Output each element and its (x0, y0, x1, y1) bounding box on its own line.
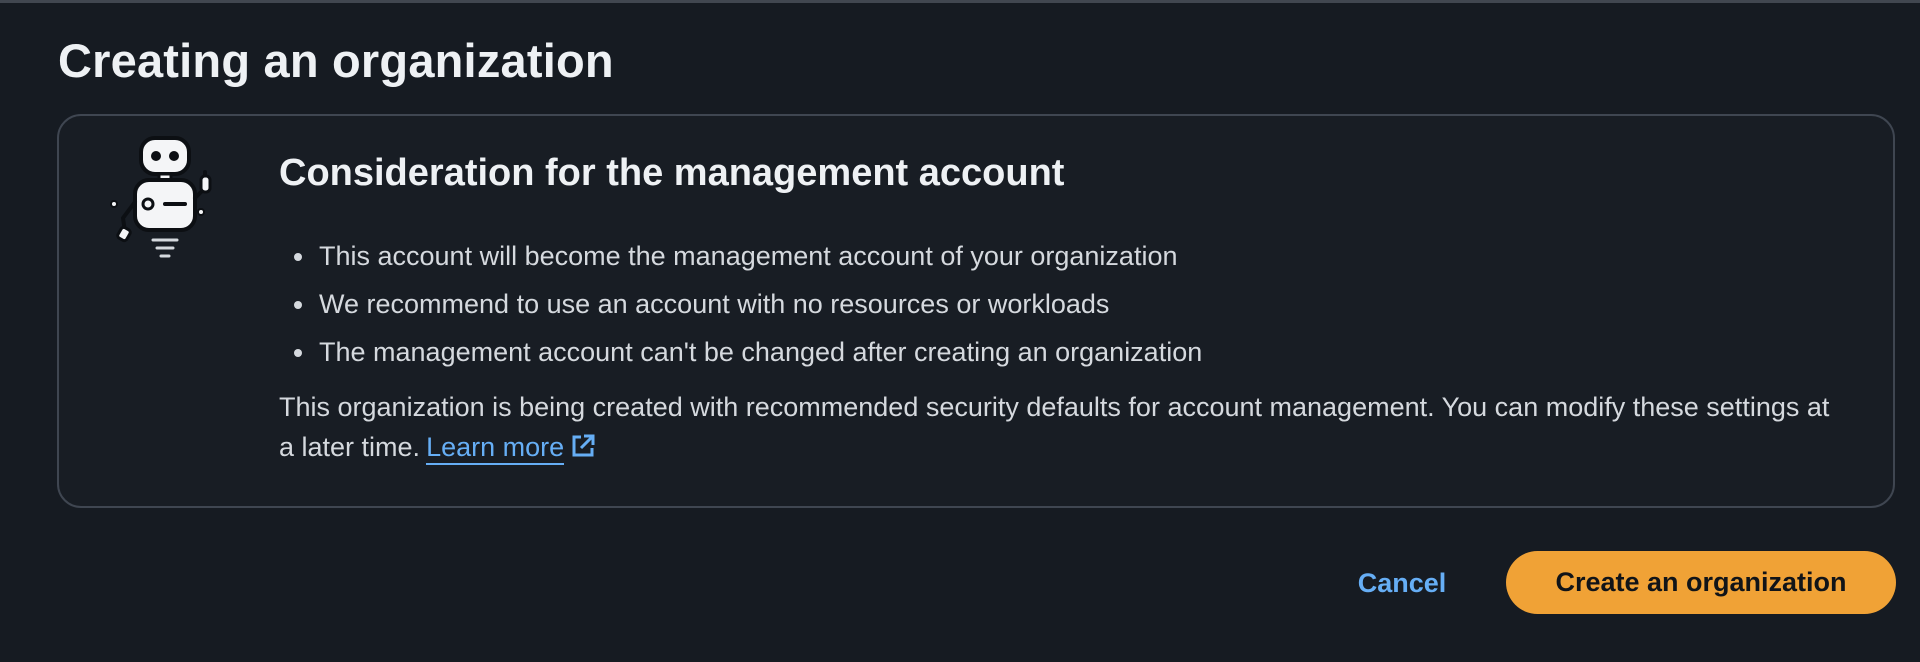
considerations-list: This account will become the management … (290, 232, 1202, 376)
list-item: The management account can't be changed … (290, 328, 1202, 376)
page-title: Creating an organization (58, 34, 614, 87)
security-defaults-note: This organization is being created with … (279, 387, 1849, 467)
robot-icon (110, 136, 212, 258)
cancel-button[interactable]: Cancel (1340, 558, 1464, 608)
learn-more-label: Learn more (426, 432, 565, 462)
learn-more-link[interactable]: Learn more (426, 432, 565, 465)
list-item: We recommend to use an account with no r… (290, 280, 1202, 328)
top-divider (0, 0, 1920, 3)
external-link-icon (572, 434, 595, 457)
panel-heading: Consideration for the management account (279, 152, 1065, 194)
list-item: This account will become the management … (290, 232, 1202, 280)
create-organization-button[interactable]: Create an organization (1506, 551, 1896, 614)
